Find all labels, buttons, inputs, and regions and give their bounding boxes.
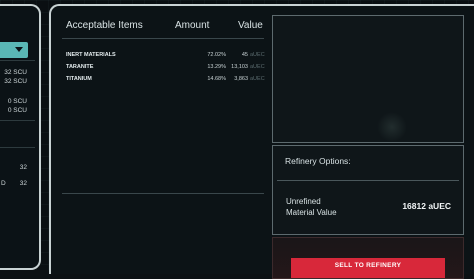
item-value: 45 bbox=[241, 52, 248, 58]
item-value: 13,103 bbox=[231, 64, 248, 70]
header-amount: Amount bbox=[175, 20, 210, 31]
item-unit: aUEC bbox=[250, 52, 265, 58]
sell-to-refinery-button[interactable]: SELL TO REFINERY bbox=[291, 258, 445, 278]
header-acceptable-items: Acceptable Items bbox=[66, 20, 143, 31]
refinery-options-title: Refinery Options: bbox=[285, 156, 351, 166]
divider bbox=[0, 120, 35, 121]
options-divider bbox=[277, 180, 459, 181]
sell-button-label: SELL TO REFINERY bbox=[334, 262, 402, 269]
preview-box bbox=[272, 15, 464, 143]
table-row[interactable]: TITANIUM 14.68% 3,863 aUEC bbox=[66, 74, 265, 84]
item-value: 3,863 bbox=[234, 76, 248, 82]
refinery-options-box: Refinery Options: Unrefined Material Val… bbox=[272, 145, 464, 235]
left-value-4: 0 SCU bbox=[7, 107, 27, 114]
left-value-1: 32 SCU bbox=[4, 69, 27, 76]
label-line-1: Unrefined bbox=[286, 197, 321, 206]
item-name: TITANIUM bbox=[66, 76, 92, 82]
label-line-2: Material Value bbox=[286, 208, 337, 217]
left-value-3: 0 SCU bbox=[7, 98, 27, 105]
left-value-7: D bbox=[1, 180, 6, 187]
left-value-2: 32 SCU bbox=[4, 78, 27, 85]
divider bbox=[0, 147, 35, 148]
header-value: Value bbox=[238, 20, 263, 31]
item-unit: aUEC bbox=[250, 64, 265, 70]
sell-button-frame: SELL TO REFINERY bbox=[272, 237, 464, 279]
left-value-5: 32 bbox=[19, 164, 27, 171]
preview-glow bbox=[377, 112, 407, 142]
unrefined-material-value: 16812 aUEC bbox=[402, 201, 451, 211]
table-row[interactable]: TARANITE 13.29% 13,103 aUEC bbox=[66, 62, 265, 72]
chevron-down-icon bbox=[15, 47, 23, 52]
item-name: TARANITE bbox=[66, 64, 94, 70]
left-value-6: 32 bbox=[19, 180, 27, 187]
left-panel: 32 SCU 32 SCU 0 SCU 0 SCU 32 32 D bbox=[0, 4, 41, 270]
table-divider bbox=[62, 193, 264, 194]
divider bbox=[0, 60, 35, 61]
table-row[interactable]: INERT MATERIALS 72.02% 45 aUEC bbox=[66, 50, 265, 60]
item-unit: aUEC bbox=[250, 76, 265, 82]
left-dropdown[interactable] bbox=[0, 42, 28, 58]
refinery-terminal: 32 SCU 32 SCU 0 SCU 0 SCU 32 32 D Accept… bbox=[0, 0, 474, 279]
unrefined-material-label: Unrefined Material Value bbox=[286, 196, 376, 218]
header-divider bbox=[62, 38, 264, 39]
item-name: INERT MATERIALS bbox=[66, 52, 116, 58]
